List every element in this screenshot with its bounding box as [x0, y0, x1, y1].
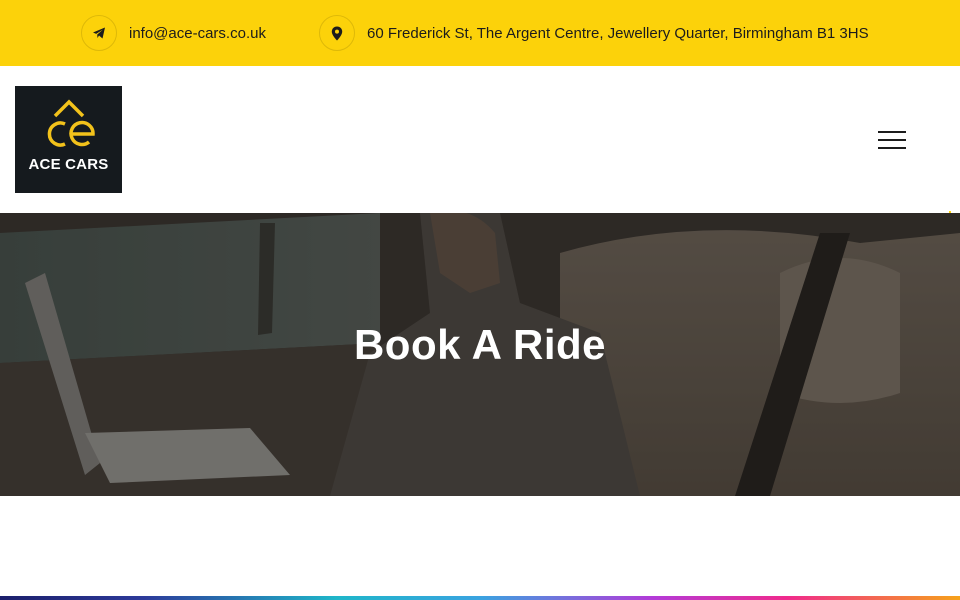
hamburger-icon	[878, 131, 906, 133]
hero-banner: Book A Ride	[0, 213, 960, 496]
email-contact[interactable]: info@ace-cars.co.uk	[81, 15, 266, 51]
logo[interactable]: ACE CARS	[15, 86, 122, 193]
content-area	[0, 496, 960, 596]
address-text: 60 Frederick St, The Argent Centre, Jewe…	[367, 24, 869, 42]
logo-text: ACE CARS	[28, 156, 109, 173]
gradient-divider	[0, 596, 960, 600]
paper-plane-icon	[81, 15, 117, 51]
email-text[interactable]: info@ace-cars.co.uk	[129, 25, 266, 42]
address-contact[interactable]: 60 Frederick St, The Argent Centre, Jewe…	[319, 15, 869, 51]
top-contact-bar: info@ace-cars.co.uk 60 Frederick St, The…	[0, 0, 960, 66]
hamburger-menu-button[interactable]	[876, 126, 908, 154]
page-title: Book A Ride	[353, 321, 607, 368]
ace-logo-mark	[47, 99, 95, 147]
map-pin-icon	[319, 15, 355, 51]
site-header: ACE CARS	[0, 66, 960, 213]
